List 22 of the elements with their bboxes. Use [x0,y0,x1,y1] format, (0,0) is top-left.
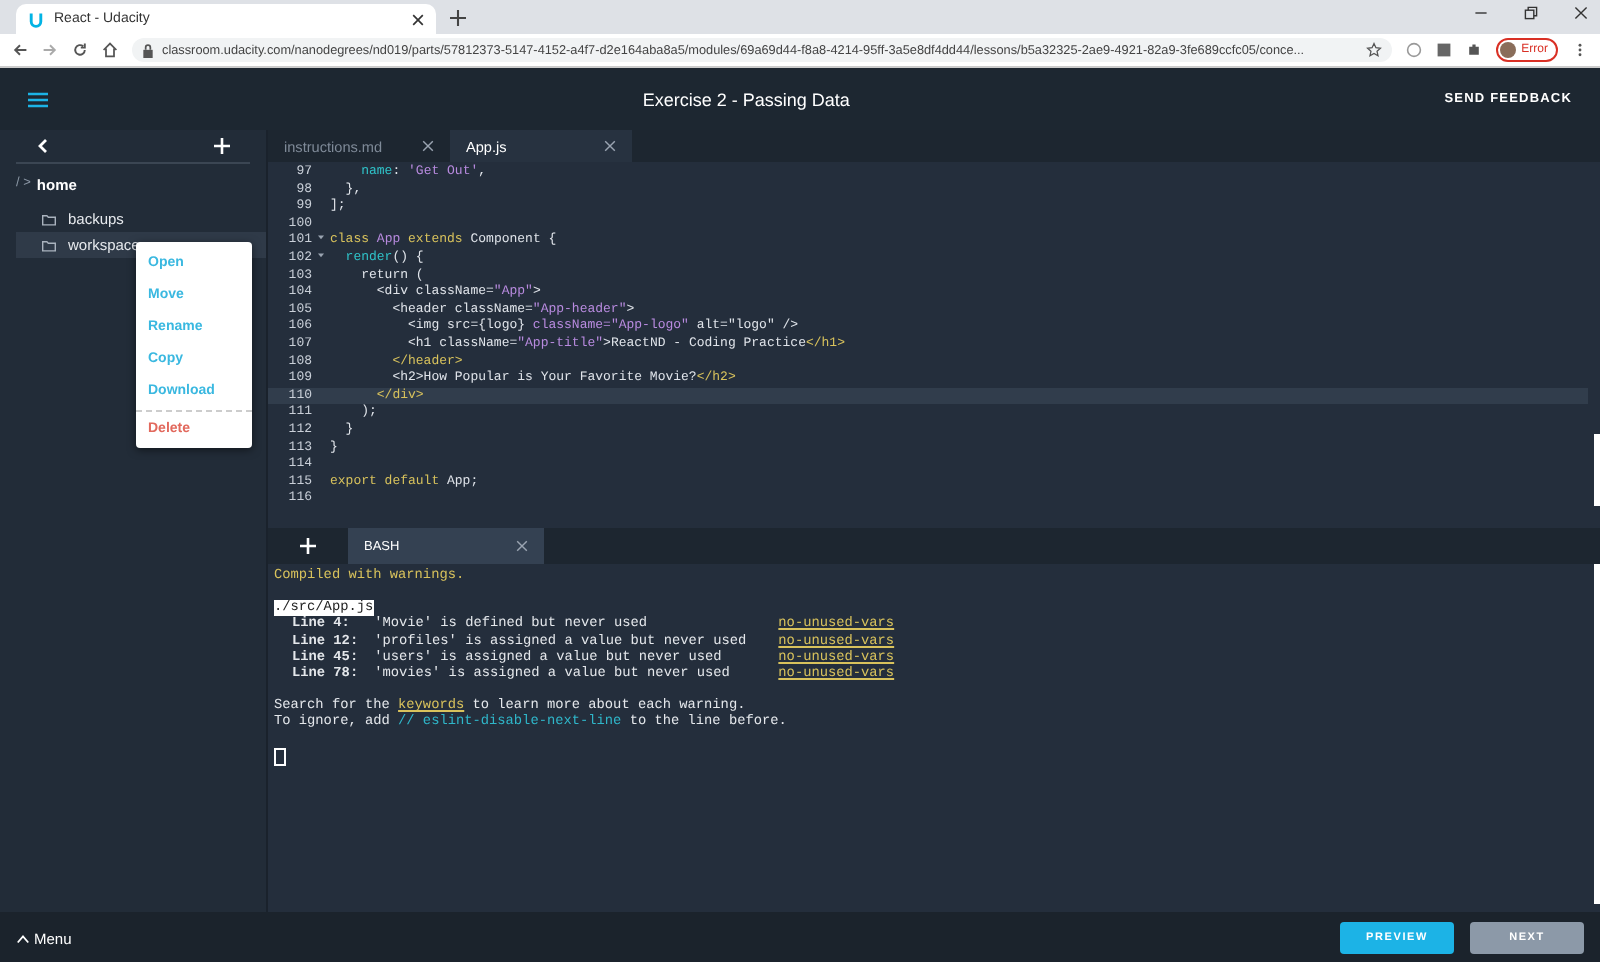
back-icon[interactable] [12,42,28,58]
scrollbar-thumb[interactable] [1594,434,1600,506]
new-tab-icon[interactable] [450,10,466,26]
close-icon[interactable] [604,140,616,152]
close-icon[interactable] [1574,6,1588,20]
reload-icon[interactable] [72,42,88,58]
restore-icon[interactable] [1524,6,1538,20]
scrollbar-thumb[interactable] [1594,564,1600,904]
lock-icon [142,43,154,57]
exercise-title: Exercise 2 - Passing Data [640,89,852,109]
close-icon[interactable] [422,140,434,152]
add-icon[interactable] [214,138,230,154]
minimize-icon[interactable] [1474,6,1488,20]
caret-icon [16,933,30,943]
home-icon[interactable] [102,42,118,58]
favicon-icon [28,11,44,27]
star-icon[interactable] [1365,42,1382,58]
fold-caret-icon[interactable] [317,251,323,258]
fold-caret-icon[interactable] [317,234,323,241]
menu-icon[interactable] [28,91,48,107]
close-icon[interactable] [412,13,424,25]
terminal-cursor [274,747,286,766]
